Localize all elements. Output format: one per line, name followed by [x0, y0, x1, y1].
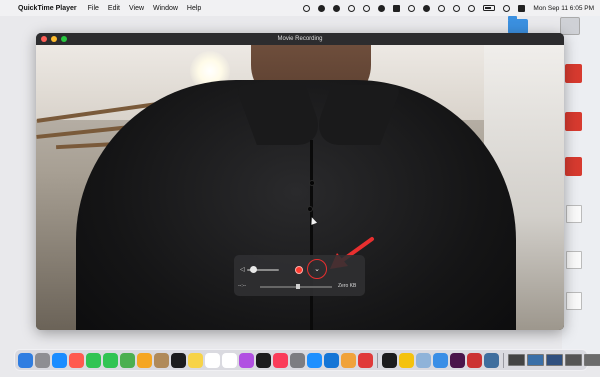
notes-icon[interactable]: [188, 352, 203, 368]
recording-controls: ◁ ⌄ --:-- Zero KB: [234, 255, 365, 296]
window-title: Movie Recording: [277, 36, 323, 42]
app-menus: QuickTime Player File Edit View Window H…: [18, 5, 201, 12]
status-area: Mon Sep 11 6:05 PM: [303, 4, 594, 12]
user-status-icon[interactable]: [423, 4, 431, 12]
photos-icon[interactable]: [137, 352, 152, 368]
finder-icon[interactable]: [18, 352, 33, 368]
volume-slider-thumb[interactable]: [249, 266, 257, 273]
desktop-file-icon[interactable]: [565, 157, 582, 176]
cloud-status-icon[interactable]: [303, 4, 311, 12]
preview-icon[interactable]: [416, 352, 431, 368]
title-bar[interactable]: Movie Recording: [36, 33, 564, 45]
xcode-icon[interactable]: [324, 352, 339, 368]
sync-icon[interactable]: [348, 4, 356, 12]
launchpad-icon[interactable]: [35, 352, 50, 368]
dock-separator: [503, 352, 504, 368]
fullscreen-button[interactable]: [61, 36, 67, 42]
photo-booth-icon[interactable]: [467, 352, 482, 368]
calendar-small-icon[interactable]: [69, 352, 84, 368]
terminal-icon[interactable]: [382, 352, 397, 368]
time-machine-icon[interactable]: [438, 4, 446, 12]
vpn-icon[interactable]: [318, 4, 326, 12]
desktop-file-icon[interactable]: [565, 64, 582, 83]
shirt-placket: [310, 140, 313, 330]
bluetooth-icon[interactable]: [453, 4, 461, 12]
desktop-document-icon[interactable]: [566, 292, 582, 310]
pencil-icon[interactable]: [341, 352, 356, 368]
minimized-window-1[interactable]: [508, 354, 525, 366]
chrome-icon[interactable]: [399, 352, 414, 368]
wifi-icon[interactable]: [468, 4, 476, 12]
podcasts-icon[interactable]: [239, 352, 254, 368]
options-dropdown-button[interactable]: ⌄: [307, 259, 327, 279]
appstore-icon[interactable]: [307, 352, 322, 368]
minimized-window-4[interactable]: [565, 354, 582, 366]
settings-icon[interactable]: [290, 352, 305, 368]
music-icon[interactable]: [273, 352, 288, 368]
menu-window[interactable]: Window: [153, 5, 178, 12]
moon-icon[interactable]: [408, 4, 416, 12]
facetime-icon[interactable]: [86, 352, 101, 368]
menu-app-name[interactable]: QuickTime Player: [18, 5, 77, 12]
desktop-file-icon[interactable]: [565, 112, 582, 131]
battery-icon[interactable]: [483, 5, 496, 11]
file-size: Zero KB: [338, 283, 357, 289]
dock-separator: [377, 352, 378, 368]
camera-preview: ◁ ⌄ --:-- Zero KB: [36, 45, 564, 330]
desktop-document-icon[interactable]: [566, 251, 582, 269]
record-button[interactable]: [295, 266, 303, 274]
record-status-icon[interactable]: [378, 4, 386, 12]
clock-icon[interactable]: [484, 352, 499, 368]
slack-icon[interactable]: [450, 352, 465, 368]
speaker-icon: ◁: [240, 267, 245, 273]
progress-indicator: [296, 284, 300, 289]
desktop-document-icon[interactable]: [566, 205, 582, 223]
clock[interactable]: Mon Sep 11 6:05 PM: [533, 5, 594, 12]
folder-icon[interactable]: [508, 16, 528, 34]
quicktime-icon[interactable]: [433, 352, 448, 368]
spotlight-icon[interactable]: [503, 4, 511, 12]
shirt-button: [309, 180, 315, 186]
menu-help[interactable]: Help: [187, 5, 201, 12]
chevron-down-icon: ⌄: [314, 266, 320, 273]
minimized-window-3[interactable]: [546, 354, 563, 366]
search-status-icon[interactable]: [363, 4, 371, 12]
minimize-button[interactable]: [51, 36, 57, 42]
menu-edit[interactable]: Edit: [108, 5, 120, 12]
menu-file[interactable]: File: [88, 5, 99, 12]
stocks-icon[interactable]: [171, 352, 186, 368]
recording-window: Movie Recording ◁ ⌄ --:-- Zero KB: [36, 33, 564, 330]
maps-icon[interactable]: [120, 352, 135, 368]
close-button[interactable]: [41, 36, 47, 42]
messages-icon[interactable]: [103, 352, 118, 368]
contacts-icon[interactable]: [154, 352, 169, 368]
control-center-icon[interactable]: [518, 4, 526, 12]
vivaldi-icon[interactable]: [358, 352, 373, 368]
reminders-icon[interactable]: [205, 352, 220, 368]
dock: [14, 349, 600, 371]
tv-icon[interactable]: [256, 352, 271, 368]
minimized-window-5[interactable]: [584, 354, 600, 366]
menu-bar: QuickTime Player File Edit View Window H…: [0, 0, 600, 16]
elapsed-time: --:--: [238, 283, 247, 289]
minimized-window-2[interactable]: [527, 354, 544, 366]
calendar-icon[interactable]: [222, 352, 237, 368]
gear-status-icon[interactable]: [333, 4, 341, 12]
shirt-button: [307, 206, 313, 212]
window-controls: [41, 36, 67, 42]
safari-icon[interactable]: [52, 352, 67, 368]
app-status-icon[interactable]: [393, 4, 401, 12]
menu-view[interactable]: View: [129, 5, 144, 12]
